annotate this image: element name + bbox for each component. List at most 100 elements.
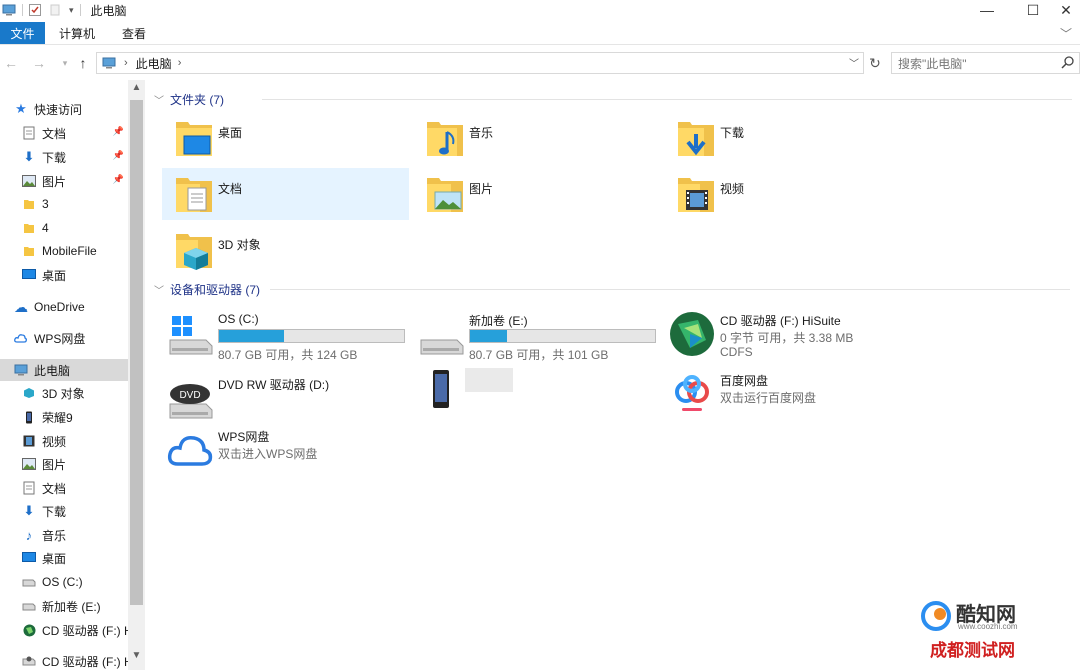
baidu-netdisk[interactable]: 百度网盘 双击运行百度网盘 xyxy=(664,368,911,424)
folders-group-header[interactable]: ﹀ 文件夹 (7) xyxy=(154,90,1072,108)
sidebar-item[interactable]: 新加卷 (E:) xyxy=(0,595,128,617)
sidebar-item[interactable]: 桌面 xyxy=(0,547,128,569)
sidebar-item[interactable]: 文档 xyxy=(0,477,128,499)
video-folder-icon xyxy=(678,178,714,212)
folder-name: 3D 对象 xyxy=(218,238,261,252)
drive-icon xyxy=(420,339,464,355)
collapse-chevron-icon[interactable]: ﹀ xyxy=(154,282,164,297)
folder-downloads[interactable]: 下载 xyxy=(664,112,911,164)
sidebar-item[interactable]: 文档 📌 xyxy=(0,122,128,144)
address-dropdown-icon[interactable]: ﹀ xyxy=(847,55,861,70)
search-icon[interactable] xyxy=(1061,55,1075,69)
drive-os-c[interactable]: OS (C:) 80.7 GB 可用，共 124 GB xyxy=(162,308,409,364)
folder-pictures[interactable]: 图片 xyxy=(413,168,660,220)
dvd-drive-icon: DVD xyxy=(169,384,213,419)
sidebar-item-label: 4 xyxy=(42,221,49,235)
svg-text:DVD: DVD xyxy=(179,390,200,401)
breadcrumb-chevron-icon[interactable]: › xyxy=(178,57,182,69)
recent-locations-icon[interactable]: ▾ xyxy=(56,54,74,72)
computer-icon xyxy=(102,57,116,69)
customize-quick-access-icon[interactable]: ▾ xyxy=(69,5,74,16)
sidebar-item[interactable]: CD 驱动器 (F:) Hi xyxy=(0,650,128,670)
folder-videos[interactable]: 视频 xyxy=(664,168,911,220)
sidebar-item[interactable]: 荣耀9 xyxy=(0,406,128,428)
address-bar[interactable]: › 此电脑 › ﹀ xyxy=(96,52,864,74)
tab-file[interactable]: 文件 xyxy=(0,22,45,44)
folder-name: 桌面 xyxy=(218,126,243,140)
forward-button[interactable]: → xyxy=(30,54,48,72)
collapse-chevron-icon[interactable]: ﹀ xyxy=(154,92,164,107)
up-button[interactable]: ↑ xyxy=(74,54,92,72)
navigation-scrollbar[interactable]: ▲ ▼ xyxy=(128,80,145,670)
close-button[interactable]: ✕ xyxy=(1052,0,1080,20)
drive-name: DVD RW 驱动器 (D:) xyxy=(218,378,330,392)
folder-name: 音乐 xyxy=(469,126,494,140)
drive-usage-bar xyxy=(469,329,656,343)
music-folder-icon xyxy=(427,122,463,156)
video-icon xyxy=(22,434,36,448)
scroll-thumb[interactable] xyxy=(130,100,143,605)
sidebar-item[interactable]: CD 驱动器 (F:) H xyxy=(0,619,128,641)
phone-icon xyxy=(22,410,36,424)
folder-name: 视频 xyxy=(720,182,745,196)
wps-netdisk[interactable]: WPS网盘 双击进入WPS网盘 xyxy=(162,424,409,480)
sidebar-item[interactable]: OS (C:) xyxy=(0,571,128,593)
refresh-button[interactable]: ↻ xyxy=(866,54,884,72)
computer-icon[interactable] xyxy=(2,4,16,16)
sidebar-item[interactable]: 视频 xyxy=(0,430,128,452)
sidebar-item-label: OneDrive xyxy=(34,300,85,314)
breadcrumb[interactable]: 此电脑 xyxy=(136,55,172,72)
sidebar-item-label: CD 驱动器 (F:) Hi xyxy=(42,654,128,669)
folder-3d-objects[interactable]: 3D 对象 xyxy=(162,224,409,276)
expand-ribbon-icon[interactable]: ﹀ xyxy=(1060,25,1072,42)
breadcrumb-chevron-icon[interactable]: › xyxy=(124,57,128,69)
folders-group-title: 文件夹 (7) xyxy=(170,92,225,107)
minimize-button[interactable]: — xyxy=(964,0,1010,20)
scroll-up-icon[interactable]: ▲ xyxy=(128,82,145,98)
new-folder-icon[interactable] xyxy=(49,4,61,16)
sidebar-item[interactable]: 3D 对象 xyxy=(0,382,128,404)
sidebar-item[interactable]: WPS网盘 xyxy=(0,327,128,349)
devices-group-header[interactable]: ﹀ 设备和驱动器 (7) xyxy=(154,280,1070,298)
drive-cd-f-hisuite[interactable]: CD 驱动器 (F:) HiSuite 0 字节 可用，共 3.38 MB CD… xyxy=(664,308,911,364)
tab-view[interactable]: 查看 xyxy=(112,22,156,44)
sidebar-item[interactable]: ⬇ 下载 xyxy=(0,500,128,522)
folder-music[interactable]: 音乐 xyxy=(413,112,660,164)
sidebar-item[interactable]: ★ 快速访问 xyxy=(0,98,128,120)
sidebar-item[interactable]: 4 xyxy=(0,217,128,239)
sidebar-item[interactable]: ☁ OneDrive xyxy=(0,296,128,318)
scroll-down-icon[interactable]: ▼ xyxy=(128,650,145,666)
drive-name: CD 驱动器 (F:) HiSuite xyxy=(720,314,841,328)
properties-icon[interactable] xyxy=(29,4,41,16)
folder-documents[interactable]: 文档 xyxy=(162,168,409,220)
tab-computer[interactable]: 计算机 xyxy=(52,22,102,44)
sidebar-item-label: OS (C:) xyxy=(42,575,83,589)
maximize-button[interactable]: ☐ xyxy=(1010,0,1056,20)
sidebar-item[interactable]: MobileFile xyxy=(0,240,128,262)
sidebar-item[interactable]: 桌面 xyxy=(0,264,128,286)
sidebar-item[interactable]: 此电脑 xyxy=(0,359,128,381)
star-icon: ★ xyxy=(15,101,27,116)
sidebar-item-label: 下载 xyxy=(42,504,67,519)
coozhi-logo-icon xyxy=(921,601,951,631)
pin-icon[interactable]: 📌 xyxy=(113,150,124,161)
pin-icon[interactable]: 📌 xyxy=(113,174,124,185)
hisuite-icon xyxy=(670,312,714,356)
device-phone[interactable] xyxy=(413,364,660,420)
folder-desktop[interactable]: 桌面 xyxy=(162,112,409,164)
cloud-icon: ☁ xyxy=(14,298,28,315)
drive-dvd-d[interactable]: DVD DVD RW 驱动器 (D:) xyxy=(162,372,409,428)
sidebar-item[interactable]: ⬇ 下载 📌 xyxy=(0,146,128,168)
sidebar-item[interactable]: 3 xyxy=(0,193,128,215)
windows-drive-icon xyxy=(169,316,213,355)
sidebar-item[interactable]: 图片 📌 xyxy=(0,170,128,192)
sidebar-item-label: 音乐 xyxy=(42,528,67,543)
search-input[interactable]: 搜索"此电脑" xyxy=(891,52,1080,74)
sidebar-item[interactable]: ♪ 音乐 xyxy=(0,524,128,546)
drive-usage-fill xyxy=(470,330,507,342)
back-button[interactable]: ← xyxy=(2,54,20,72)
drive-new-volume-e[interactable]: 新加卷 (E:) 80.7 GB 可用，共 101 GB xyxy=(413,308,660,364)
pin-icon[interactable]: 📌 xyxy=(113,126,124,137)
sidebar-item[interactable]: 图片 xyxy=(0,453,128,475)
drive-name: 新加卷 (E:) xyxy=(469,314,528,328)
